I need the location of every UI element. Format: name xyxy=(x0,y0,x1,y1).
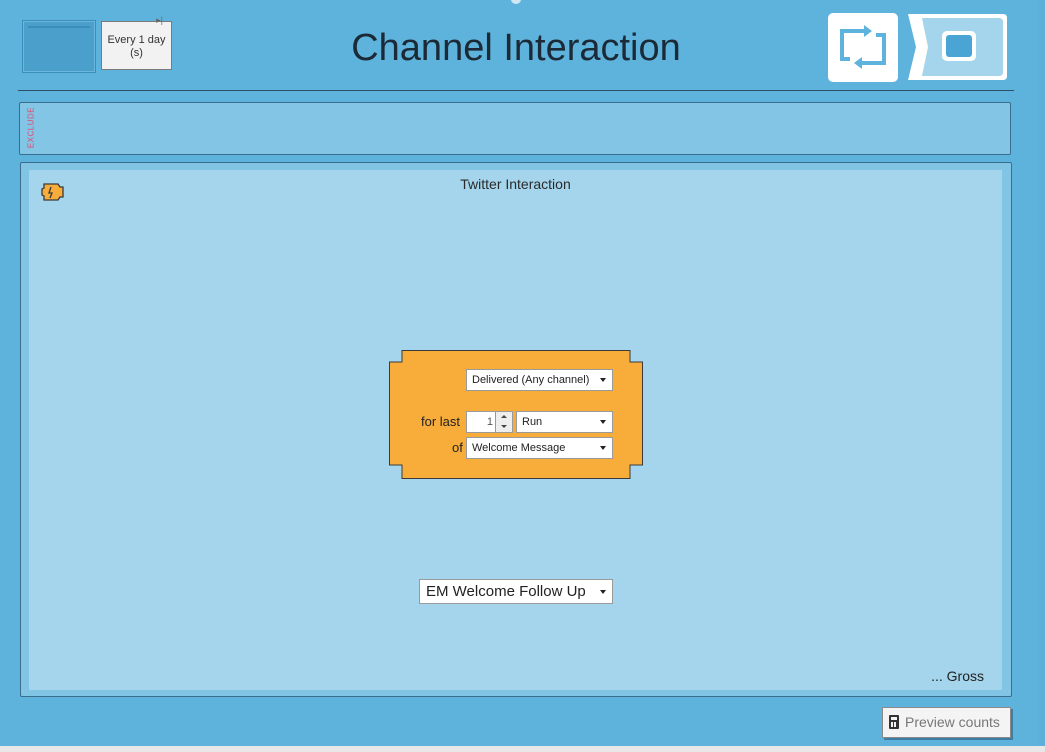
calculator-icon xyxy=(889,715,899,729)
interaction-type-value: Delivered (Any channel) xyxy=(472,374,590,386)
chevron-down-icon xyxy=(600,420,606,424)
loop-button[interactable] xyxy=(828,13,898,82)
gross-label[interactable]: ... Gross xyxy=(931,668,984,684)
loop-arrows-icon xyxy=(840,25,886,69)
screen-icon xyxy=(908,14,1007,80)
for-last-label: for last xyxy=(421,414,461,429)
message-value: Welcome Message xyxy=(472,442,566,454)
exclude-label: EXCLUDE xyxy=(26,106,36,149)
exclude-dropzone[interactable]: EXCLUDE xyxy=(19,102,1011,155)
bottom-edge xyxy=(0,746,1045,752)
message-select[interactable]: Welcome Message xyxy=(466,437,613,459)
panel-title: Twitter Interaction xyxy=(460,176,571,192)
preview-counts-button[interactable]: Preview counts xyxy=(882,707,1011,738)
chevron-down-icon xyxy=(600,378,606,382)
stepper-down-icon[interactable] xyxy=(495,422,512,432)
puzzle-icon[interactable] xyxy=(40,180,66,204)
schedule-arrow-icon: ▸| xyxy=(156,15,163,25)
scrollbar-track[interactable] xyxy=(1038,0,1045,746)
period-unit-select[interactable]: Run xyxy=(516,411,613,433)
top-handle xyxy=(511,0,521,4)
chevron-down-icon xyxy=(600,590,606,594)
period-unit-value: Run xyxy=(522,416,543,428)
screen-button[interactable] xyxy=(908,14,1007,80)
period-value: 1 xyxy=(486,416,493,428)
preview-counts-label: Preview counts xyxy=(905,714,1000,730)
interaction-type-select[interactable]: Delivered (Any channel) xyxy=(466,369,613,391)
campaign-value: EM Welcome Follow Up xyxy=(426,583,586,600)
chevron-down-icon xyxy=(600,446,606,450)
header-divider xyxy=(18,90,1014,91)
of-label: of xyxy=(452,440,463,455)
campaign-select[interactable]: EM Welcome Follow Up xyxy=(419,579,613,604)
period-stepper[interactable]: 1 xyxy=(466,411,513,433)
